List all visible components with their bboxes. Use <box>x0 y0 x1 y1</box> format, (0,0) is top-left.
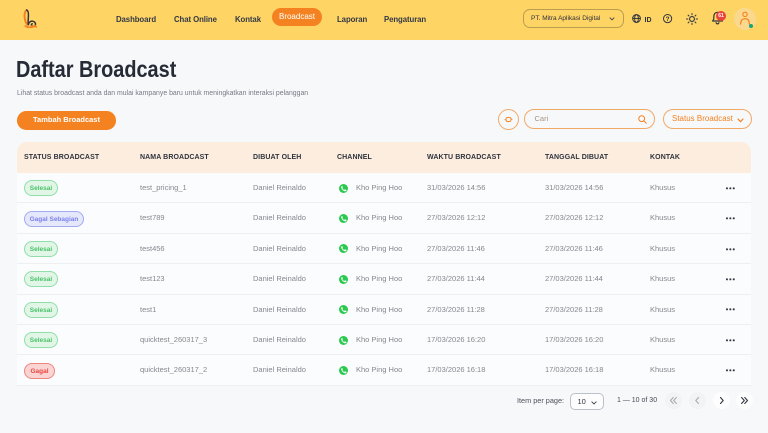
svg-text:?: ? <box>665 16 669 23</box>
